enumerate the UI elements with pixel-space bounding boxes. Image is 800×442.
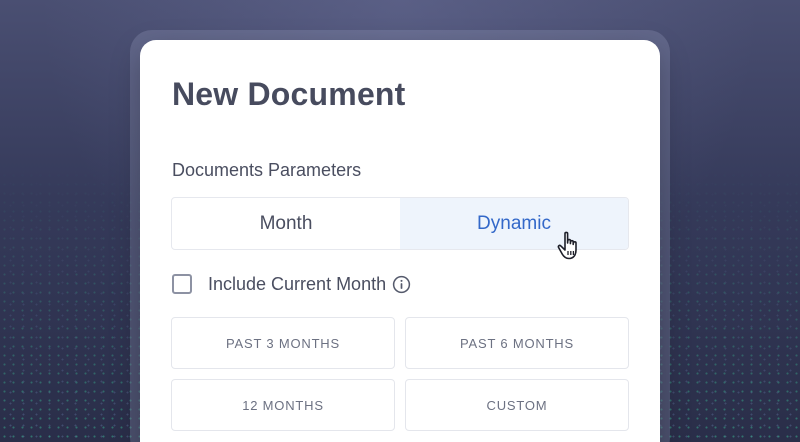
past-6-months-button[interactable]: PAST 6 MONTHS [405, 317, 629, 369]
include-current-month-checkbox[interactable] [172, 274, 192, 294]
12-months-button[interactable]: 12 MONTHS [171, 379, 395, 431]
info-icon[interactable] [392, 275, 411, 294]
past-3-months-button[interactable]: PAST 3 MONTHS [171, 317, 395, 369]
new-document-card: New Document Documents Parameters Month … [140, 40, 660, 442]
page-title: New Document [172, 76, 406, 112]
month-option[interactable]: Month [172, 198, 400, 249]
include-current-month-row: Include Current Month [172, 272, 411, 296]
section-label: Documents Parameters [172, 160, 362, 180]
hand-pointer-icon [557, 231, 577, 260]
dynamic-option[interactable]: Dynamic [400, 198, 628, 249]
custom-button[interactable]: CUSTOM [405, 379, 629, 431]
include-current-month-label: Include Current Month [208, 273, 387, 294]
